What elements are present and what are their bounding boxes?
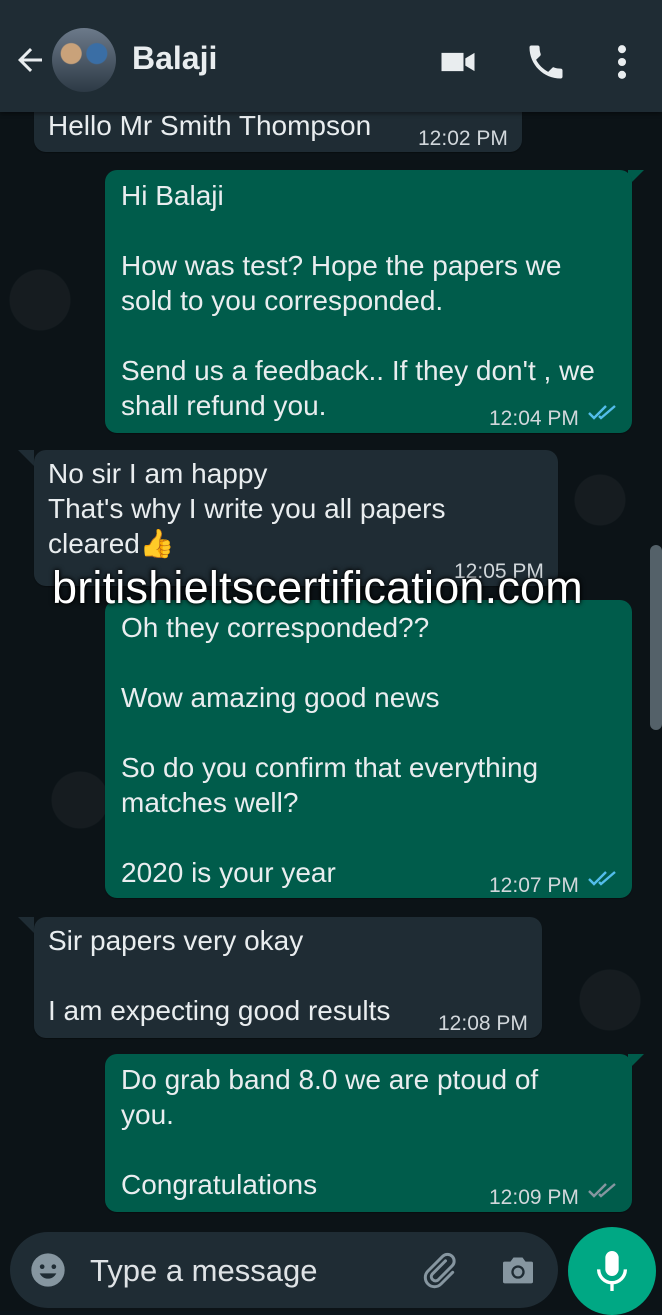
- message-time: 12:04 PM: [489, 407, 579, 430]
- message-time: 12:09 PM: [489, 1186, 579, 1209]
- message-outgoing[interactable]: Do grab band 8.0 we are ptoud of you. Co…: [105, 1054, 632, 1212]
- mic-icon: [597, 1251, 627, 1291]
- message-outgoing[interactable]: Oh they corresponded?? Wow amazing good …: [105, 600, 632, 898]
- more-options-icon[interactable]: [600, 40, 644, 84]
- message-incoming[interactable]: Sir papers very okay I am expecting good…: [34, 917, 542, 1038]
- voice-call-icon[interactable]: [524, 40, 568, 84]
- message-text: Hi Balaji How was test? Hope the papers …: [121, 180, 595, 421]
- video-call-icon[interactable]: [436, 40, 480, 84]
- message-outgoing[interactable]: Hi Balaji How was test? Hope the papers …: [105, 170, 632, 433]
- chat-header: Balaji: [0, 0, 662, 112]
- back-arrow-icon[interactable]: [12, 42, 48, 78]
- attach-icon[interactable]: [418, 1250, 458, 1290]
- scrollbar-thumb[interactable]: [650, 545, 662, 730]
- message-text: Sir papers very okay I am expecting good…: [48, 925, 391, 1026]
- watermark-text: britishieltscertification.com: [52, 562, 583, 613]
- message-time: 12:02 PM: [418, 127, 508, 150]
- bubble-tail: [18, 917, 34, 933]
- message-input[interactable]: [88, 1246, 392, 1296]
- read-receipt-icon: [588, 871, 616, 886]
- message-text: Oh they corresponded?? Wow amazing good …: [121, 612, 539, 888]
- message-composer: [10, 1232, 558, 1308]
- camera-icon[interactable]: [498, 1250, 538, 1290]
- message-text: Do grab band 8.0 we are ptoud of you. Co…: [121, 1064, 539, 1200]
- message-time: 12:08 PM: [438, 1012, 528, 1035]
- message-text: No sir I am happy That's why I write you…: [48, 458, 446, 559]
- message-time: 12:07 PM: [489, 874, 579, 897]
- avatar[interactable]: [52, 28, 116, 92]
- emoji-icon[interactable]: [28, 1250, 68, 1290]
- read-receipt-icon: [588, 405, 616, 420]
- message-text: Hello Mr Smith Thompson: [48, 110, 372, 141]
- bubble-tail: [18, 450, 34, 466]
- voice-record-button[interactable]: [568, 1227, 656, 1315]
- delivered-receipt-icon: [588, 1183, 616, 1198]
- contact-name[interactable]: Balaji: [132, 40, 217, 77]
